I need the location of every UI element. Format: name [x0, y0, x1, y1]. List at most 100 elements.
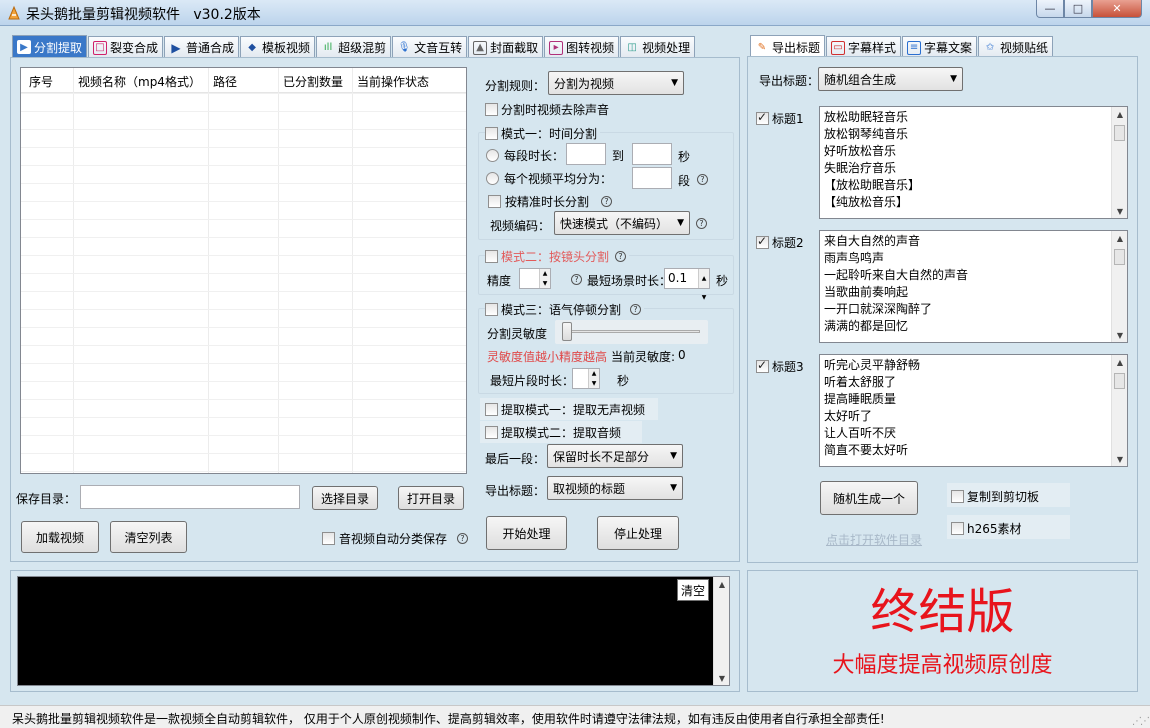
column-header-count[interactable]: 已分割数量 [283, 73, 343, 90]
precise-duration-option[interactable]: 按精准时长分割 ? [488, 193, 613, 210]
open-software-dir-link[interactable]: 点击打开软件目录 [826, 531, 922, 548]
sensitivity-slider[interactable] [555, 320, 708, 344]
remove-audio-option[interactable]: 分割时视频去除声音 [485, 101, 609, 118]
last-segment-select[interactable]: 保留时长不足部分 ▼ [547, 444, 683, 468]
scroll-down-icon[interactable]: ▼ [1112, 328, 1127, 342]
tab-video-process[interactable]: ◫ 视频处理 [620, 36, 696, 58]
help-icon[interactable]: ? [696, 218, 707, 229]
title-2-checkbox[interactable] [756, 234, 769, 249]
title-3-scrollbar[interactable]: ▲ ▼ [1111, 355, 1127, 466]
tab-split-extract[interactable]: ▶ 分割提取 [12, 35, 88, 58]
column-header-path[interactable]: 路径 [213, 73, 237, 90]
min-scene-stepper[interactable]: 0.1 ▲ ▼ [664, 268, 710, 301]
title-2-scrollbar[interactable]: ▲ ▼ [1111, 231, 1127, 342]
mode1-option[interactable]: 模式一：时间分割 [485, 125, 601, 142]
right-export-select[interactable]: 随机组合生成 ▼ [818, 67, 963, 91]
scroll-thumb[interactable] [1114, 125, 1125, 141]
split-rule-select[interactable]: 分割为视频 ▼ [548, 71, 684, 95]
resize-grip-icon[interactable]: ⋰⋰ [1132, 716, 1150, 727]
mode1-checkbox[interactable] [485, 127, 498, 140]
mode2-option[interactable]: 模式二：按镜头分割 ? [485, 248, 630, 265]
minimize-button[interactable]: — [1036, 0, 1064, 18]
scroll-up-icon[interactable]: ▲ [714, 577, 730, 591]
min-clip-stepper[interactable]: ▲ ▼ [572, 368, 600, 389]
close-button[interactable]: ✕ [1092, 0, 1142, 18]
extract-mode1-option[interactable]: 提取模式一：提取无声视频 [485, 401, 645, 418]
log-scrollbar[interactable]: ▲ ▼ [713, 577, 729, 685]
title-1-textarea[interactable]: 放松助眠轻音乐 放松钢琴纯音乐 好听放松音乐 失眠治疗音乐 【放松助眠音乐】 【纯放松音乐… [819, 106, 1128, 219]
seg-duration-radio[interactable] [486, 149, 499, 162]
scroll-down-icon[interactable]: ▼ [714, 671, 730, 685]
seg-duration-to-input[interactable] [632, 143, 672, 165]
title-3-option[interactable]: 标题3 [756, 358, 804, 375]
seg-duration-option[interactable]: 每段时长： [486, 147, 564, 164]
help-icon[interactable]: ? [697, 174, 708, 185]
choose-dir-button[interactable]: 选择目录 [312, 486, 378, 510]
extract-mode2-checkbox[interactable] [485, 426, 498, 439]
video-table[interactable]: 序号 视频名称（mp4格式） 路径 已分割数量 当前操作状态 [20, 67, 467, 474]
mode3-option[interactable]: 模式三：语气停顿分割 ? [485, 301, 645, 318]
column-header-name[interactable]: 视频名称（mp4格式） [78, 73, 201, 90]
title-1-option[interactable]: 标题1 [756, 110, 804, 127]
open-dir-button[interactable]: 打开目录 [398, 486, 464, 510]
tab-subtitle-style[interactable]: ▭ 字幕样式 [826, 36, 902, 58]
start-process-button[interactable]: 开始处理 [486, 516, 567, 550]
avg-split-radio[interactable] [486, 172, 499, 185]
title-3-checkbox[interactable] [756, 358, 769, 373]
scroll-up-icon[interactable]: ▲ [1112, 355, 1127, 369]
extract-mode1-checkbox[interactable] [485, 403, 498, 416]
title-1-checkbox[interactable] [756, 110, 769, 125]
copy-clipboard-option[interactable]: 复制到剪切板 [951, 488, 1039, 505]
tab-subtitle-text[interactable]: ≡ 字幕文案 [902, 36, 978, 58]
remove-audio-checkbox[interactable] [485, 103, 498, 116]
copy-clipboard-checkbox[interactable] [951, 490, 964, 503]
mode3-checkbox[interactable] [485, 303, 498, 316]
column-header-index[interactable]: 序号 [29, 73, 53, 90]
h265-checkbox[interactable] [951, 522, 964, 535]
seg-duration-from-input[interactable] [566, 143, 606, 165]
avg-split-option[interactable]: 每个视频平均分为： [486, 170, 612, 187]
help-icon[interactable]: ? [630, 304, 642, 315]
export-title-select[interactable]: 取视频的标题 ▼ [547, 476, 683, 500]
tab-normal-compose[interactable]: ▶ 普通合成 [164, 36, 240, 58]
column-header-status[interactable]: 当前操作状态 [357, 73, 429, 90]
title-2-option[interactable]: 标题2 [756, 234, 804, 251]
load-video-button[interactable]: 加载视频 [21, 521, 99, 553]
h265-option[interactable]: h265素材 [951, 520, 1022, 537]
scroll-up-icon[interactable]: ▲ [1112, 107, 1127, 121]
tab-text-audio[interactable]: 🎙 文音互转 [392, 36, 468, 58]
precise-duration-checkbox[interactable] [488, 195, 501, 208]
help-icon[interactable]: ? [615, 251, 627, 262]
log-output[interactable]: ▲ ▼ [17, 576, 730, 686]
tab-video-sticker[interactable]: ✩ 视频贴纸 [978, 36, 1054, 58]
slider-thumb[interactable] [562, 322, 572, 341]
tab-export-title[interactable]: ✎ 导出标题 [750, 35, 826, 58]
log-clear-button[interactable]: 清空 [677, 579, 709, 601]
precision-stepper[interactable]: ▲ ▼ [519, 268, 551, 289]
title-1-scrollbar[interactable]: ▲ ▼ [1111, 107, 1127, 218]
tab-image-to-video[interactable]: ▸ 图转视频 [544, 36, 620, 58]
tab-cover-capture[interactable]: ▲ 封面截取 [468, 36, 544, 58]
extract-mode2-option[interactable]: 提取模式二：提取音频 [485, 424, 621, 441]
scroll-up-icon[interactable]: ▲ [1112, 231, 1127, 245]
avg-split-count-input[interactable] [632, 167, 672, 189]
title-2-textarea[interactable]: 来自大自然的声音 雨声鸟鸣声 一起聆听来自大自然的声音 当歌曲前奏响起 一开口就深深陶醉… [819, 230, 1128, 343]
tab-super-mix[interactable]: ıll 超级混剪 [316, 36, 392, 58]
help-icon[interactable]: ? [571, 274, 582, 285]
codec-select[interactable]: 快速模式（不编码） ▼ [554, 211, 690, 235]
title-3-textarea[interactable]: 听完心灵平静舒畅 听着太舒服了 提高睡眠质量 太好听了 让人百听不厌 简直不要太好听 ▲ ▼ [819, 354, 1128, 467]
help-icon[interactable]: ? [457, 533, 469, 544]
tab-template-video[interactable]: ◆ 模板视频 [240, 36, 316, 58]
stop-process-button[interactable]: 停止处理 [597, 516, 679, 550]
tab-fission-compose[interactable]: □ 裂变合成 [88, 36, 164, 58]
scroll-thumb[interactable] [1114, 373, 1125, 389]
help-icon[interactable]: ? [601, 196, 613, 207]
stepper-arrows-icon[interactable]: ▲ ▼ [588, 369, 599, 388]
stepper-arrows-icon[interactable]: ▲ ▼ [698, 269, 709, 301]
scroll-down-icon[interactable]: ▼ [1112, 452, 1127, 466]
maximize-button[interactable]: □ [1064, 0, 1092, 18]
scroll-down-icon[interactable]: ▼ [1112, 204, 1127, 218]
auto-classify-option[interactable]: 音视频自动分类保存 ? [322, 530, 469, 547]
scroll-thumb[interactable] [1114, 249, 1125, 265]
stepper-arrows-icon[interactable]: ▲ ▼ [539, 269, 550, 288]
